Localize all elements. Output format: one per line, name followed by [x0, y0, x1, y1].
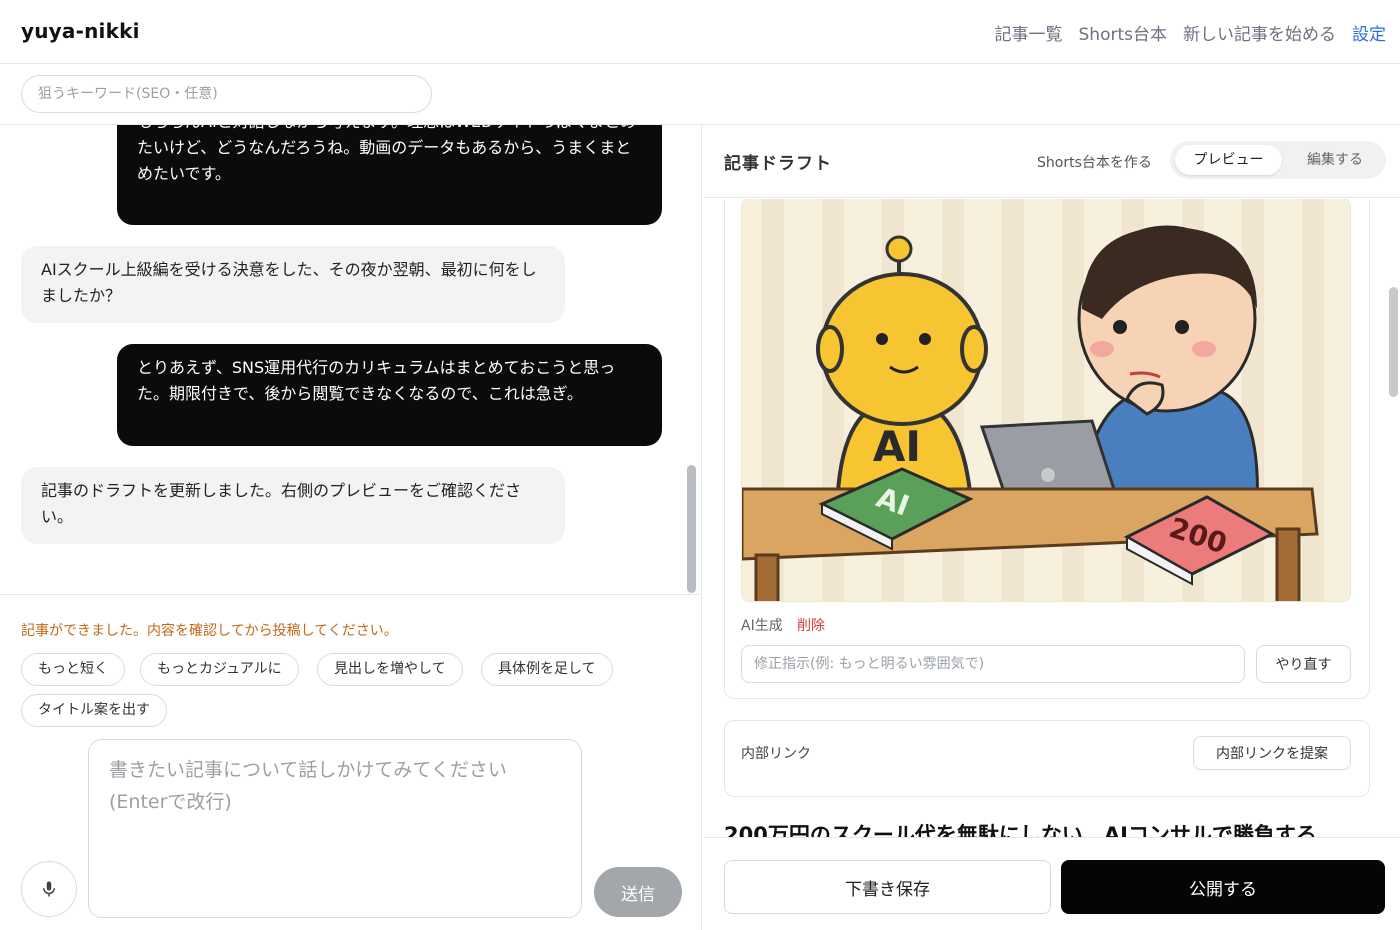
draft-title: 記事ドラフト [724, 154, 832, 174]
nav-settings[interactable]: 設定 [1352, 20, 1386, 45]
chip-more-headings[interactable]: 見出しを増やして [317, 653, 463, 686]
internal-links-label: 内部リンク [741, 746, 811, 762]
regenerate-image-button[interactable]: やり直す [1256, 645, 1351, 683]
microphone-button[interactable] [21, 861, 77, 917]
draft-footer: 下書き保存 公開する [703, 837, 1400, 930]
draft-scrollbar-thumb[interactable] [1389, 287, 1398, 397]
nav-article-list[interactable]: 記事一覧 [995, 20, 1063, 45]
draft-panel: 記事ドラフト Shorts台本を作る プレビュー 編集する AI AI 200 … [703, 125, 1400, 930]
image-fix-input[interactable] [741, 645, 1245, 683]
chat-scrollbar-thumb[interactable] [687, 465, 696, 593]
image-card: AI AI 200 AI生成 削除 修正指示(例: もっと明るい雰囲気で) やり… [724, 199, 1370, 699]
keyword-bar [0, 64, 1400, 125]
internal-links-card: 内部リンク 内部リンクを提案 [724, 720, 1370, 797]
chat-message-bot: AIスクール上級編を受ける決意をした、その夜か翌朝、最初に何をしましたか？ [21, 246, 565, 323]
chip-casual[interactable]: もっとカジュアルに [140, 653, 299, 686]
ready-notice: 記事ができました。内容を確認してから投稿してください。 [21, 623, 398, 639]
chip-add-examples[interactable]: 具体例を足して [481, 653, 613, 686]
save-draft-button[interactable]: 下書き保存 [724, 860, 1051, 914]
chat-panel: もちろんAIと対話しながら考えます。理想はWEBサイトっぽくまとめたいけど、どう… [0, 125, 702, 930]
chat-message-user: もちろんAIと対話しながら考えます。理想はWEBサイトっぽくまとめたいけど、どう… [117, 125, 662, 225]
draft-header: 記事ドラフト Shorts台本を作る プレビュー 編集する [703, 125, 1400, 198]
tab-edit[interactable]: 編集する [1290, 145, 1380, 175]
nav-new-article[interactable]: 新しい記事を始める [1183, 20, 1336, 45]
chip-title-ideas[interactable]: タイトル案を出す [21, 694, 167, 727]
chip-shorter[interactable]: もっと短く [21, 653, 125, 686]
chat-messages[interactable]: もちろんAIと対話しながら考えます。理想はWEBサイトっぽくまとめたいけど、どう… [0, 125, 700, 595]
send-button[interactable]: 送信 [594, 867, 682, 917]
create-shorts-link[interactable]: Shorts台本を作る [1037, 152, 1152, 172]
top-nav: 記事一覧 Shorts台本 新しい記事を始める 設定 [995, 20, 1386, 45]
chat-input[interactable] [88, 739, 582, 918]
brand-logo[interactable]: yuya-nikki [21, 19, 140, 43]
keyword-input[interactable] [21, 75, 432, 113]
article-image: AI AI 200 [741, 199, 1351, 602]
draft-preview[interactable]: AI AI 200 AI生成 削除 修正指示(例: もっと明るい雰囲気で) やり… [703, 199, 1400, 839]
app-header: yuya-nikki 記事一覧 Shorts台本 新しい記事を始める 設定 [0, 0, 1400, 64]
image-source-label: AI生成 [741, 618, 783, 634]
publish-button[interactable]: 公開する [1061, 860, 1385, 914]
nav-shorts-script[interactable]: Shorts台本 [1079, 20, 1167, 45]
suggest-internal-links-button[interactable]: 内部リンクを提案 [1193, 736, 1351, 770]
microphone-icon [43, 881, 55, 897]
robot-label: AI [873, 422, 921, 471]
chat-message-bot: 記事のドラフトを更新しました。右側のプレビューをご確認ください。 [21, 467, 565, 544]
chat-message-user: とりあえず、SNS運用代行のカリキュラムはまとめておこうと思った。期限付きで、後… [117, 344, 662, 446]
tab-preview[interactable]: プレビュー [1175, 145, 1282, 175]
delete-image-link[interactable]: 削除 [797, 615, 825, 635]
article-title: 200万円のスクール代を無駄にしない、AIコンサルで勝負する [724, 823, 1317, 839]
view-toggle: プレビュー 編集する [1170, 141, 1386, 179]
